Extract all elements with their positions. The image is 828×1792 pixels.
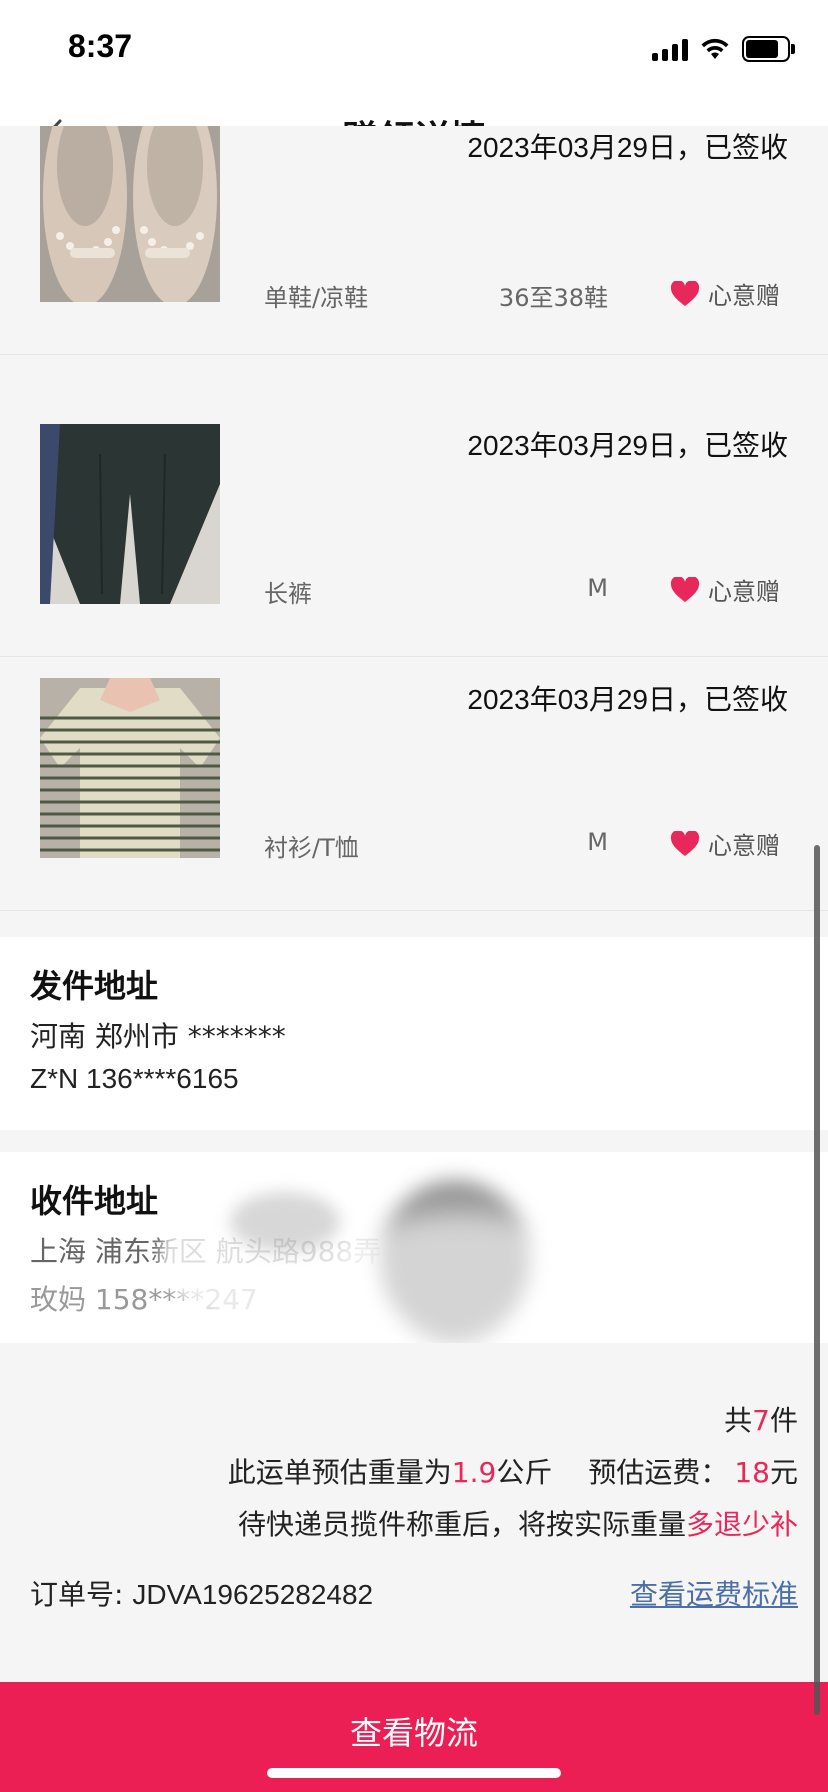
- view-logistics-button[interactable]: 查看物流: [0, 1682, 828, 1792]
- sender-address-title: 发件地址: [30, 967, 159, 1005]
- item-count-value: 7: [752, 1404, 770, 1437]
- heart-icon: [670, 576, 700, 602]
- privacy-smudge: [230, 1192, 340, 1252]
- gift-label: 心意赠: [708, 578, 780, 606]
- list-item[interactable]: 2023年03月29日，已签收 衬衫/T恤 M 心意赠: [0, 658, 828, 911]
- order-number: 订单号: JDVA19625282482: [30, 1578, 374, 1611]
- order-number-value: JDVA19625282482: [132, 1579, 374, 1610]
- item-category: 单鞋/凉鞋: [264, 284, 369, 312]
- status-icons: [652, 36, 795, 62]
- signal-icon: [652, 37, 688, 61]
- list-item[interactable]: 2023年03月29日，已签收 长裤 M 心意赠: [0, 404, 828, 657]
- scrollbar[interactable]: [814, 845, 820, 1715]
- heart-icon: [670, 830, 700, 856]
- wifi-icon: [700, 37, 730, 61]
- weight-value: 1.9: [451, 1456, 497, 1489]
- list-item[interactable]: 2023年03月29日，已签收 单鞋/凉鞋 36至38鞋 心意赠: [0, 126, 828, 355]
- item-size: M: [587, 828, 608, 856]
- weight-note: 待快递员揽件称重后，将按实际重量多退少补: [237, 1508, 798, 1541]
- sender-address: 河南 郑州市 *******: [30, 1020, 286, 1053]
- privacy-smudge: [330, 1212, 590, 1343]
- weight-fee-line: 此运单预估重量为1.9公斤 预估运费： 18元: [227, 1456, 798, 1489]
- item-size: M: [587, 574, 608, 602]
- refund-note-highlight: 多退少补: [685, 1508, 798, 1541]
- view-logistics-label: 查看物流: [349, 1714, 478, 1752]
- gift-tag: 心意赠: [670, 826, 780, 861]
- gift-label: 心意赠: [708, 832, 780, 860]
- striped-shirt-photo: [40, 678, 220, 858]
- fee-value: 18: [734, 1456, 770, 1489]
- pants-photo: [40, 424, 220, 604]
- home-indicator: [267, 1768, 561, 1778]
- status-time: 8:37: [68, 28, 133, 64]
- sender-contact: Z*N 136****6165: [30, 1063, 239, 1094]
- heart-icon: [670, 280, 700, 306]
- gift-tag: 心意赠: [670, 572, 780, 607]
- item-count: 共7件: [724, 1404, 798, 1437]
- gift-label: 心意赠: [708, 282, 780, 310]
- shipping-summary: 共7件 此运单预估重量为1.9公斤 预估运费： 18元 待快递员揽件称重后，将按实际…: [0, 1343, 828, 1683]
- item-date-status: 2023年03月29日，已签收: [467, 430, 788, 461]
- item-size: 36至38鞋: [498, 284, 608, 312]
- gift-tag: 心意赠: [670, 276, 780, 311]
- item-category: 长裤: [264, 580, 312, 608]
- fee-standard-link[interactable]: 查看运费标准: [630, 1573, 798, 1613]
- receiver-address-section: 收件地址 上海 浦东新区 航头路988弄 玫妈 158****247: [0, 1152, 828, 1343]
- sender-address-section: 发件地址 河南 郑州市 ******* Z*N 136****6165: [0, 937, 828, 1130]
- status-bar: 8:37: [0, 0, 828, 100]
- battery-icon: [742, 36, 795, 62]
- receiver-address-title: 收件地址: [30, 1182, 159, 1220]
- item-date-status: 2023年03月29日，已签收: [467, 132, 788, 163]
- item-category: 衬衫/T恤: [264, 834, 359, 862]
- item-date-status: 2023年03月29日，已签收: [467, 684, 788, 715]
- shoes-photo: [40, 126, 220, 302]
